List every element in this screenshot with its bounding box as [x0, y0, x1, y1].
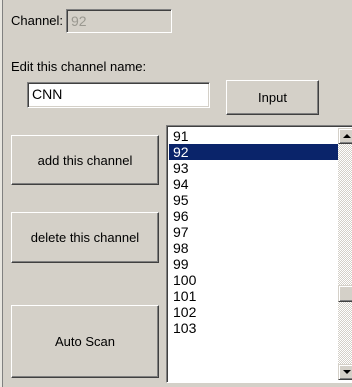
edit-name-label: Edit this channel name:: [11, 59, 147, 74]
channel-list-item[interactable]: 93: [169, 160, 341, 176]
channel-list-item[interactable]: 97: [169, 224, 341, 240]
channel-list-item[interactable]: 98: [169, 240, 341, 256]
channel-list-item[interactable]: 99: [169, 256, 341, 272]
arrow-down-icon: [343, 370, 351, 374]
channel-list-item[interactable]: 91: [169, 128, 341, 144]
channel-list-item[interactable]: 100: [169, 272, 341, 288]
channel-list-item[interactable]: 94: [169, 176, 341, 192]
channel-list-item[interactable]: 96: [169, 208, 341, 224]
arrow-up-icon: [343, 134, 351, 138]
channel-list-item[interactable]: 92: [169, 144, 341, 160]
channel-label: Channel:: [11, 13, 64, 28]
channel-list: 91 92 93 94 95 96 97 98 99 100 101 102 103: [169, 128, 341, 336]
input-button[interactable]: Input: [226, 80, 319, 115]
channel-list-item[interactable]: 102: [169, 304, 341, 320]
panel-edge: [0, 0, 3, 387]
channel-name-input[interactable]: CNN: [27, 82, 210, 108]
channel-list-item[interactable]: 95: [169, 192, 341, 208]
add-channel-button[interactable]: add this channel: [11, 135, 159, 185]
auto-scan-button[interactable]: Auto Scan: [11, 305, 159, 378]
channel-list-item[interactable]: 101: [169, 288, 341, 304]
scroll-thumb[interactable]: [338, 285, 352, 302]
scroll-down-button[interactable]: [338, 364, 352, 380]
scroll-up-button[interactable]: [338, 128, 352, 144]
channel-listbox[interactable]: 91 92 93 94 95 96 97 98 99 100 101 102 103: [166, 125, 352, 383]
channel-list-item[interactable]: 103: [169, 320, 341, 336]
vertical-scrollbar[interactable]: [338, 128, 352, 380]
channel-number-field: 92: [66, 9, 172, 33]
delete-channel-button[interactable]: delete this channel: [11, 212, 159, 263]
